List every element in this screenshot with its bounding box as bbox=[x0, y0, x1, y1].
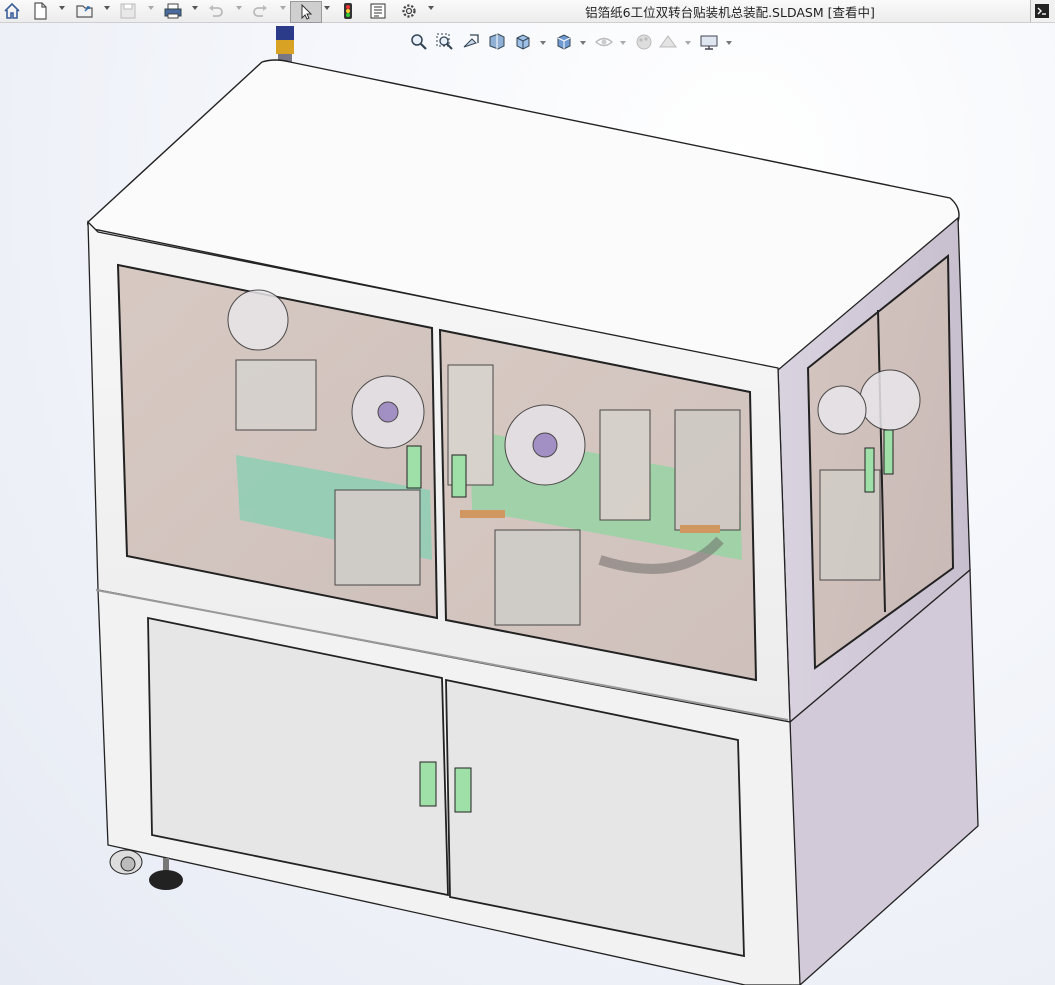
new-document-icon[interactable] bbox=[30, 1, 50, 21]
cabinet-left-door-handle[interactable] bbox=[419, 761, 437, 807]
save-icon[interactable] bbox=[118, 1, 138, 21]
home-icon[interactable] bbox=[2, 1, 22, 21]
save-dropdown-caret-icon[interactable] bbox=[148, 6, 154, 10]
side-window-handle-left[interactable] bbox=[864, 447, 875, 493]
print-icon[interactable] bbox=[162, 1, 184, 21]
redo-dropdown-caret-icon[interactable] bbox=[280, 6, 286, 10]
new-dropdown-caret-icon[interactable] bbox=[59, 6, 65, 10]
window-title: 铝箔纸6工位双转台贴装机总装配.SLDASM [查看中] bbox=[585, 5, 875, 20]
front-left-window-handle[interactable] bbox=[406, 445, 422, 489]
traffic-light-icon[interactable] bbox=[338, 1, 358, 21]
cabinet-right-door-handle[interactable] bbox=[454, 767, 472, 813]
open-folder-icon[interactable] bbox=[74, 1, 96, 21]
side-window-handle-right[interactable] bbox=[883, 429, 894, 475]
options-gear-icon[interactable] bbox=[398, 1, 420, 21]
options-dropdown-caret-icon[interactable] bbox=[428, 6, 434, 10]
select-cursor-icon[interactable] bbox=[290, 1, 322, 23]
undo-icon[interactable] bbox=[206, 1, 226, 21]
command-prompt-icon[interactable] bbox=[1030, 0, 1055, 22]
assembly-model bbox=[87, 26, 979, 985]
leveling-foot bbox=[149, 858, 183, 890]
title-bar: 铝箔纸6工位双转台贴装机总装配.SLDASM [查看中] bbox=[0, 0, 1055, 23]
file-properties-icon[interactable] bbox=[368, 1, 388, 21]
undo-dropdown-caret-icon[interactable] bbox=[236, 6, 242, 10]
open-dropdown-caret-icon[interactable] bbox=[104, 6, 110, 10]
print-dropdown-caret-icon[interactable] bbox=[192, 6, 198, 10]
caster-wheel bbox=[109, 849, 143, 875]
redo-icon[interactable] bbox=[250, 1, 270, 21]
select-dropdown-caret-icon[interactable] bbox=[324, 6, 330, 10]
front-right-window-handle[interactable] bbox=[451, 454, 467, 498]
